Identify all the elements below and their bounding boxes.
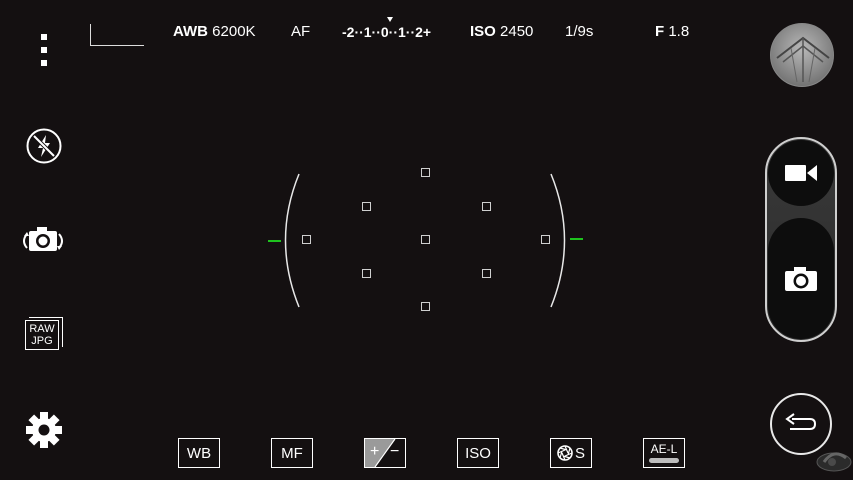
focus-point[interactable] [302,235,311,244]
aperture-icon [557,445,573,461]
focus-point[interactable] [421,235,430,244]
focus-point[interactable] [482,269,491,278]
focus-point[interactable] [362,269,371,278]
iso-button-label: ISO [465,444,491,462]
focus-point[interactable] [541,235,550,244]
watermark-logo [816,452,852,472]
camera-icon [785,266,817,291]
gallery-thumbnail[interactable] [770,23,834,87]
left-bracket [284,173,300,308]
exposure-compensation-button[interactable]: + − [364,438,406,468]
ev-plus-label: + [370,443,380,460]
white-balance-button[interactable]: WB [178,438,220,468]
record-video-button[interactable] [768,140,834,206]
shutter-speed-button[interactable]: S [550,438,592,468]
wb-label: WB [186,444,212,462]
right-bracket [550,173,566,308]
iso-button[interactable]: ISO [457,438,499,468]
focus-point[interactable] [421,302,430,311]
ev-minus-label: − [390,443,400,460]
thumbnail-image [776,36,830,83]
ae-lock-button[interactable]: AE-L [643,438,685,468]
take-photo-button[interactable] [768,218,834,339]
level-indicator-left [268,240,281,242]
focus-point[interactable] [421,168,430,177]
focus-point[interactable] [362,202,371,211]
shutter-s-label: S [574,444,585,462]
ael-bar [649,458,679,463]
focus-point[interactable] [482,202,491,211]
level-indicator-right [570,238,583,240]
mf-label: MF [281,444,303,462]
manual-focus-button[interactable]: MF [271,438,313,468]
ael-label: AE-L [650,442,678,456]
back-arrow-icon [785,413,817,430]
video-camera-icon [785,165,817,181]
